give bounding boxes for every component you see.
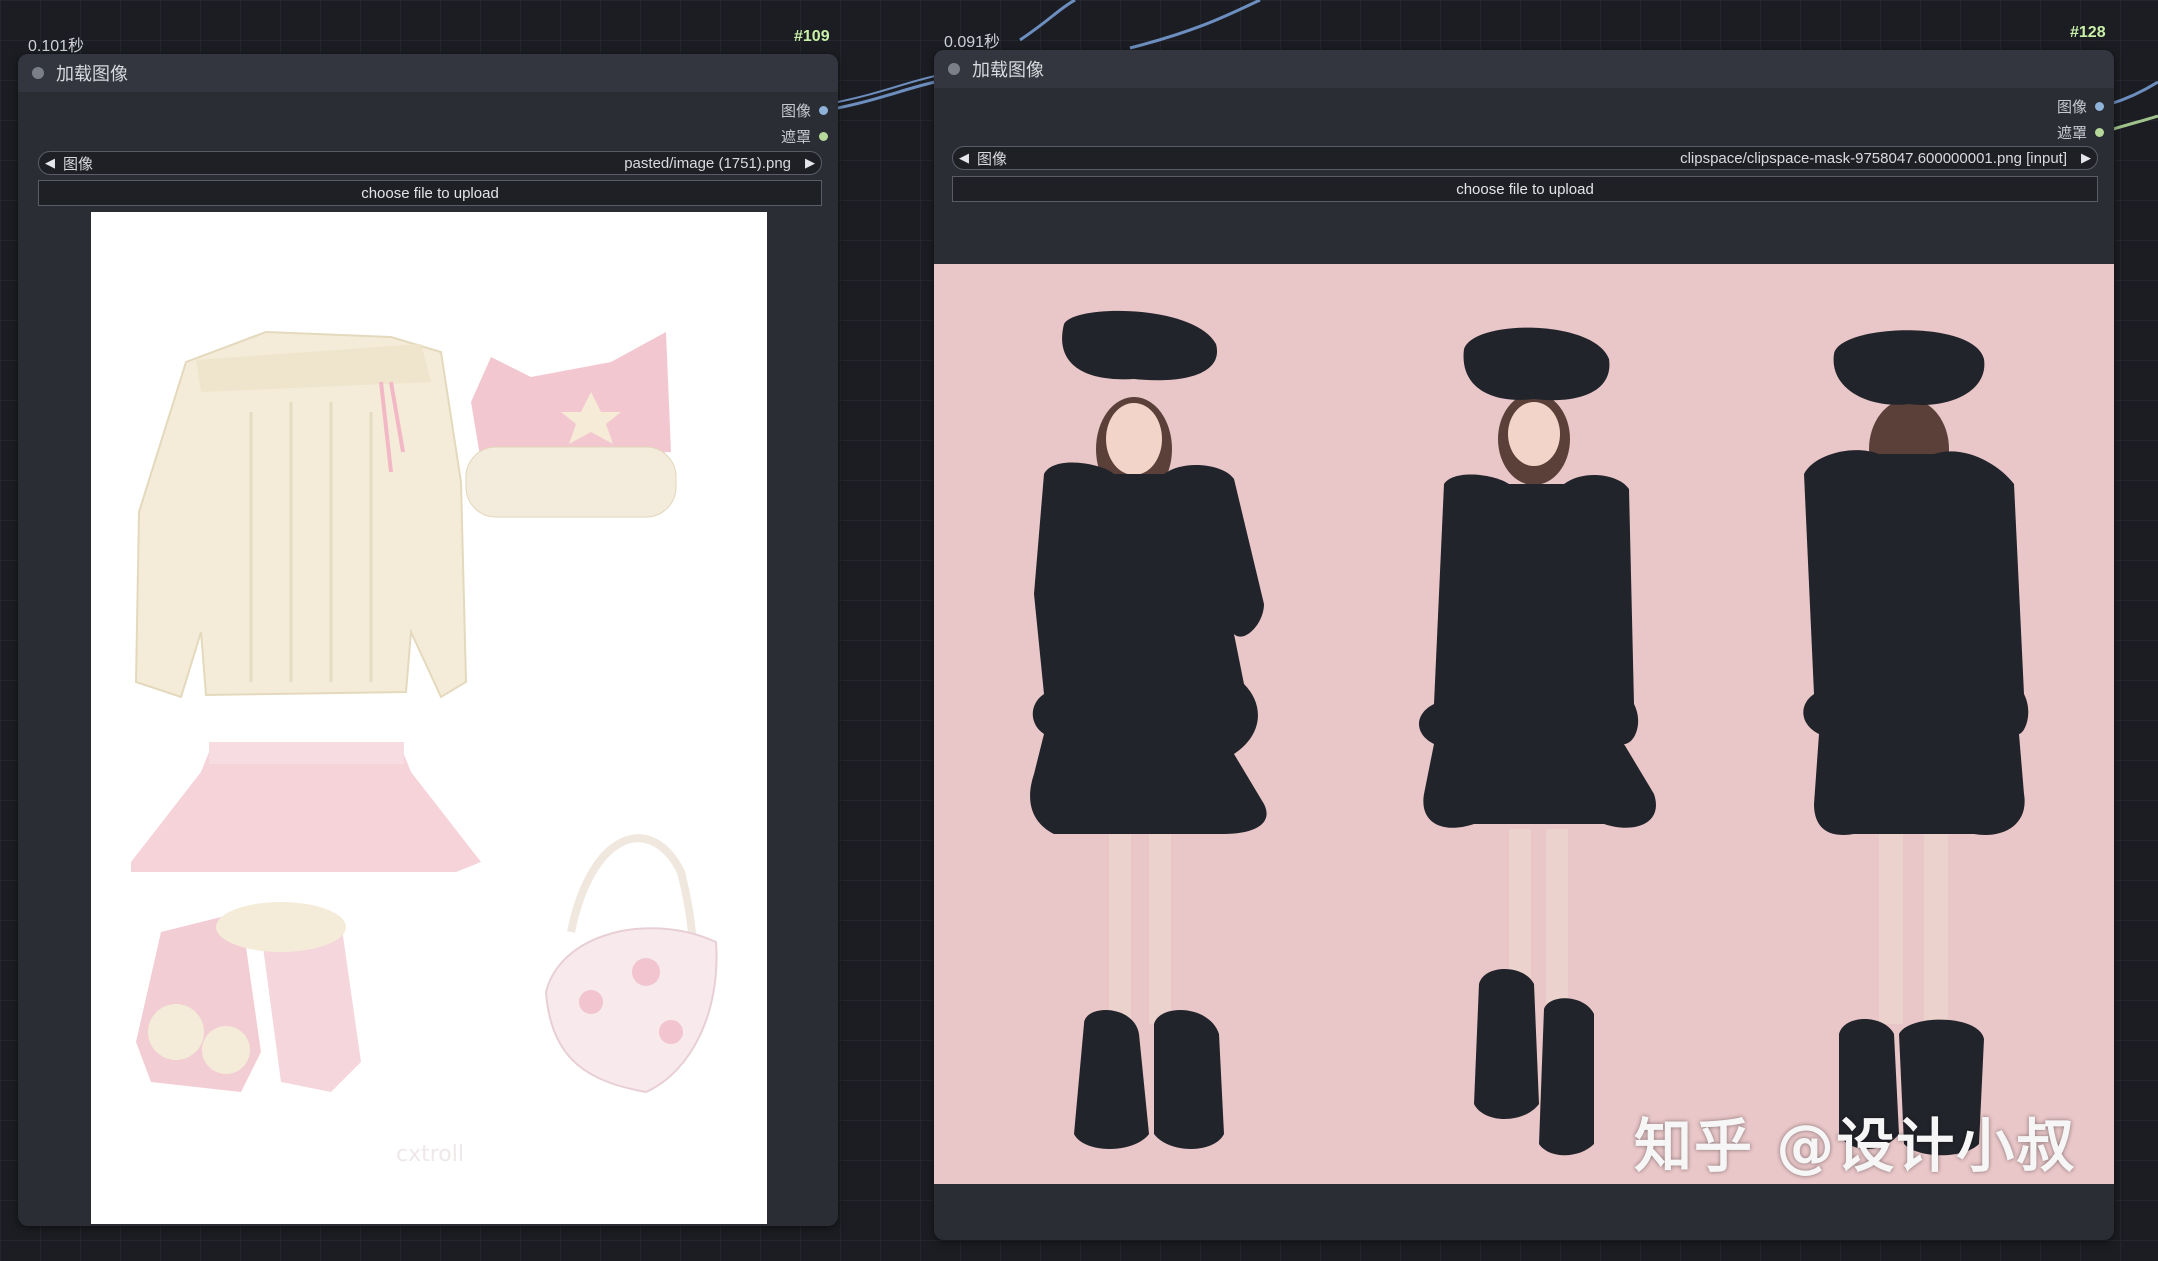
collapse-dot-icon[interactable] [32, 67, 44, 79]
output-port-icon[interactable] [819, 106, 828, 115]
image-select-combo[interactable]: ◀ 图像 pasted/image (1751).png ▶ [38, 151, 822, 175]
bag-illustration [544, 834, 718, 1094]
output-label: 遮罩 [2056, 125, 2087, 142]
upload-button[interactable]: choose file to upload [952, 176, 2098, 202]
combo-label: 图像 [977, 150, 1008, 168]
sweater-illustration [134, 330, 468, 699]
node-title: 加载图像 [972, 60, 1044, 80]
triangle-right-icon[interactable]: ▶ [2075, 150, 2097, 166]
node-timing: 0.101秒 [28, 38, 85, 55]
skirt-illustration [131, 742, 481, 872]
output-label: 遮罩 [780, 129, 811, 146]
output-label: 图像 [2056, 99, 2087, 116]
triangle-left-icon[interactable]: ◀ [953, 150, 975, 166]
output-label: 图像 [780, 103, 811, 120]
output-image[interactable]: 图像 [781, 100, 828, 121]
image-select-combo[interactable]: ◀ 图像 clipspace/clipspace-mask-9758047.60… [952, 146, 2098, 170]
node-id-badge: #109 [794, 28, 830, 45]
watermark-text: 知乎 @设计小叔 [1634, 1112, 2077, 1180]
beanie-illustration [465, 332, 677, 518]
node-title: 加载图像 [56, 64, 128, 84]
triangle-right-icon[interactable]: ▶ [799, 155, 821, 171]
boots-illustration [136, 902, 361, 1092]
output-port-icon[interactable] [2095, 128, 2104, 137]
masked-photo-image [1030, 310, 2029, 1156]
combo-label: 图像 [63, 155, 94, 173]
figure-back [1803, 330, 2029, 1156]
node-header[interactable]: 加载图像 [934, 50, 2114, 88]
preview-watermark: cxtroll [396, 1142, 464, 1167]
load-image-node[interactable]: 加载图像 图像 遮罩 ◀ 图像 pasted/image (1751).png … [18, 54, 838, 1226]
image-preview: cxtroll [91, 212, 767, 1224]
output-mask[interactable]: 遮罩 [2057, 122, 2104, 143]
triangle-left-icon[interactable]: ◀ [39, 155, 61, 171]
figure-front [1030, 310, 1267, 1149]
node-timing: 0.091秒 [944, 34, 1001, 51]
image-preview: 知乎 @设计小叔 [934, 264, 2114, 1184]
load-image-node[interactable]: 加载图像 图像 遮罩 ◀ 图像 clipspace/clipspace-mask… [934, 50, 2114, 1240]
output-port-icon[interactable] [819, 132, 828, 141]
figure-side [1419, 327, 1656, 1156]
upload-button[interactable]: choose file to upload [38, 180, 822, 206]
node-id-badge: #128 [2070, 24, 2106, 41]
output-mask[interactable]: 遮罩 [781, 126, 828, 147]
combo-value: pasted/image (1751).png [624, 154, 791, 172]
collapse-dot-icon[interactable] [948, 63, 960, 75]
output-image[interactable]: 图像 [2057, 96, 2104, 117]
node-header[interactable]: 加载图像 [18, 54, 838, 92]
clothing-collage-image [131, 330, 718, 1094]
combo-value: clipspace/clipspace-mask-9758047.6000000… [1680, 149, 2067, 167]
output-port-icon[interactable] [2095, 102, 2104, 111]
